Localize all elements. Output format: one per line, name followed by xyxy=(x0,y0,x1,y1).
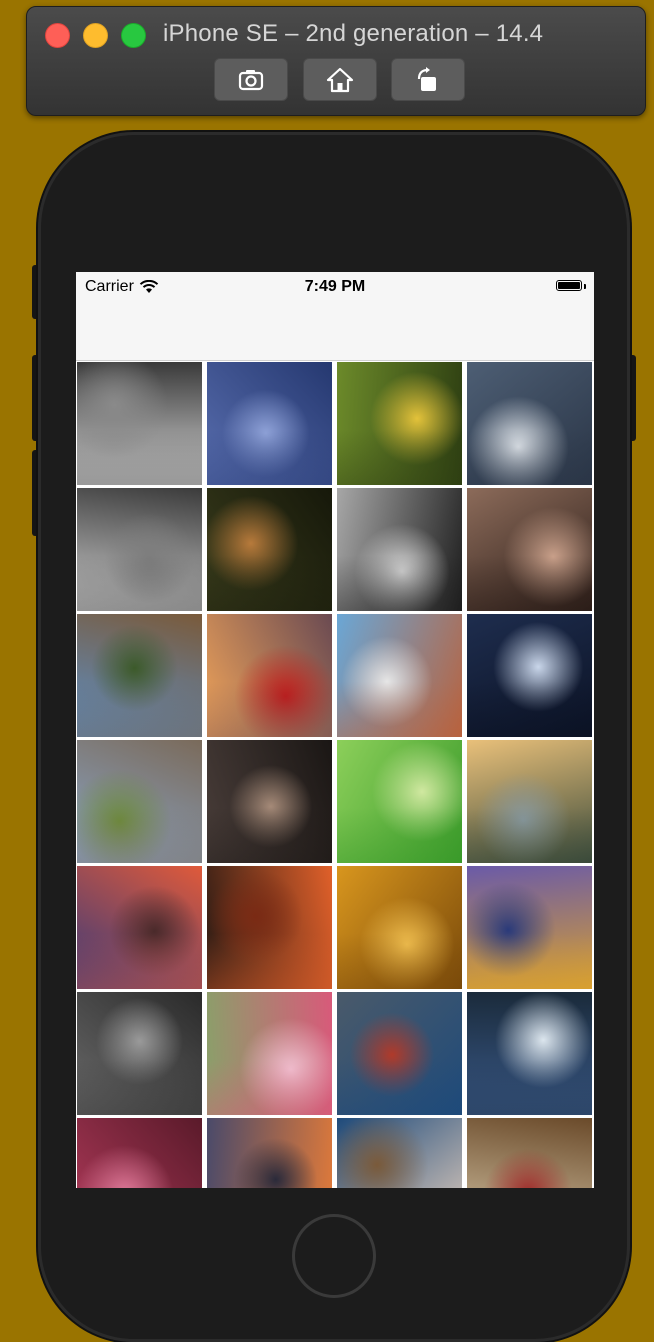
screenshot-icon xyxy=(238,69,264,90)
screenshot-button[interactable] xyxy=(214,58,288,101)
photo-thumbnail[interactable] xyxy=(467,740,592,863)
thumbnail-shade xyxy=(337,362,462,485)
photo-thumbnail[interactable] xyxy=(207,866,332,989)
thumbnail-shade xyxy=(77,992,202,1115)
thumbnail-shade xyxy=(207,1118,332,1188)
photo-thumbnail[interactable] xyxy=(337,992,462,1115)
home-icon xyxy=(326,67,354,92)
thumbnail-shade xyxy=(77,740,202,863)
photo-thumbnail[interactable] xyxy=(467,614,592,737)
photo-thumbnail[interactable] xyxy=(77,614,202,737)
photo-thumbnail[interactable] xyxy=(337,614,462,737)
thumbnail-shade xyxy=(207,362,332,485)
thumbnail-shade xyxy=(337,1118,462,1188)
photo-thumbnail[interactable] xyxy=(337,866,462,989)
status-time: 7:49 PM xyxy=(304,278,366,295)
battery-tip xyxy=(584,284,586,289)
thumbnail-shade xyxy=(337,866,462,989)
thumbnail-shade xyxy=(337,488,462,611)
thumbnail-shade xyxy=(77,866,202,989)
photo-thumbnail[interactable] xyxy=(207,614,332,737)
thumbnail-shade xyxy=(337,614,462,737)
photo-thumbnail[interactable] xyxy=(207,992,332,1115)
photo-thumbnail[interactable] xyxy=(77,1118,202,1188)
photo-thumbnail[interactable] xyxy=(207,740,332,863)
simulator-window: iPhone SE – 2nd generation – 14.4 xyxy=(26,6,646,116)
photo-thumbnail[interactable] xyxy=(337,1118,462,1188)
photo-thumbnail[interactable] xyxy=(77,740,202,863)
thumbnail-shade xyxy=(207,992,332,1115)
thumbnail-shade xyxy=(77,614,202,737)
thumbnail-shade xyxy=(467,614,592,737)
photo-thumbnail[interactable] xyxy=(467,992,592,1115)
photo-thumbnail[interactable] xyxy=(207,362,332,485)
thumbnail-shade xyxy=(467,740,592,863)
thumbnail-shade xyxy=(207,866,332,989)
thumbnail-shade xyxy=(467,866,592,989)
device-home-button[interactable] xyxy=(292,1214,376,1298)
photo-thumbnail[interactable] xyxy=(467,1118,592,1188)
battery-fill xyxy=(558,282,580,289)
photo-thumbnail[interactable] xyxy=(77,992,202,1115)
photo-thumbnail[interactable] xyxy=(467,488,592,611)
photo-thumbnail[interactable] xyxy=(77,866,202,989)
battery-icon xyxy=(556,280,582,291)
navigation-bar xyxy=(76,302,594,361)
window-zoom-button[interactable] xyxy=(121,23,146,48)
thumbnail-shade xyxy=(207,740,332,863)
rotate-button[interactable] xyxy=(391,58,465,101)
rotate-icon xyxy=(417,66,436,91)
photo-thumbnail[interactable] xyxy=(77,362,202,485)
thumbnail-shade xyxy=(77,1118,202,1188)
thumbnail-shade xyxy=(467,362,592,485)
photo-thumbnail[interactable] xyxy=(337,362,462,485)
photo-thumbnail[interactable] xyxy=(207,488,332,611)
photo-grid xyxy=(77,362,593,1188)
thumbnail-shade xyxy=(337,740,462,863)
thumbnail-shade xyxy=(77,488,202,611)
simulator-title: iPhone SE – 2nd generation – 14.4 xyxy=(163,20,544,47)
thumbnail-shade xyxy=(467,992,592,1115)
thumbnail-shade xyxy=(467,488,592,611)
thumbnail-shade xyxy=(207,488,332,611)
thumbnail-shade xyxy=(77,362,202,485)
photo-thumbnail[interactable] xyxy=(207,1118,332,1188)
photo-thumbnail[interactable] xyxy=(467,362,592,485)
window-close-button[interactable] xyxy=(45,23,70,48)
thumbnail-shade xyxy=(467,1118,592,1188)
device-screen: Carrier 7:49 PM xyxy=(76,272,594,1188)
status-bar: Carrier 7:49 PM xyxy=(76,272,594,302)
home-button-toolbar[interactable] xyxy=(303,58,377,101)
thumbnail-shade xyxy=(207,614,332,737)
photo-thumbnail[interactable] xyxy=(337,740,462,863)
window-minimize-button[interactable] xyxy=(83,23,108,48)
photo-thumbnail[interactable] xyxy=(77,488,202,611)
photo-thumbnail[interactable] xyxy=(337,488,462,611)
thumbnail-shade xyxy=(337,992,462,1115)
photo-thumbnail[interactable] xyxy=(467,866,592,989)
